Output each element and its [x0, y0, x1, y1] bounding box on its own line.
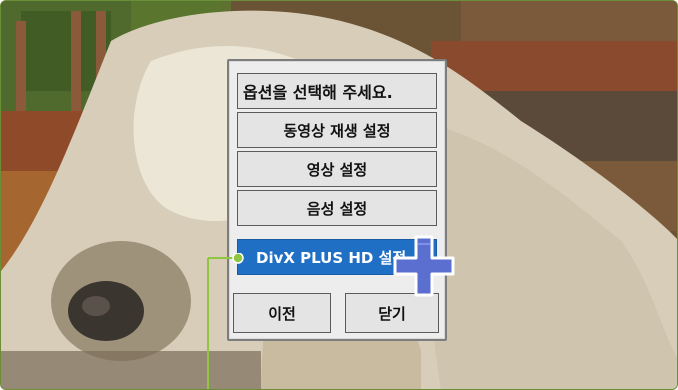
previous-button[interactable]: 이전 [233, 293, 331, 333]
menu-item-picture-settings[interactable]: 영상 설정 [237, 151, 437, 187]
menu-item-video-playback-settings[interactable]: 동영상 재생 설정 [237, 112, 437, 148]
menu-item-audio-settings[interactable]: 음성 설정 [237, 190, 437, 226]
close-button[interactable]: 닫기 [345, 293, 439, 333]
callout-pointer-icon [207, 253, 244, 389]
plus-cursor-icon [393, 235, 455, 297]
tv-screen: 옵션을 선택해 주세요. 동영상 재생 설정 영상 설정 음성 설정 DivX … [0, 0, 678, 390]
menu-header: 옵션을 선택해 주세요. [237, 73, 437, 109]
